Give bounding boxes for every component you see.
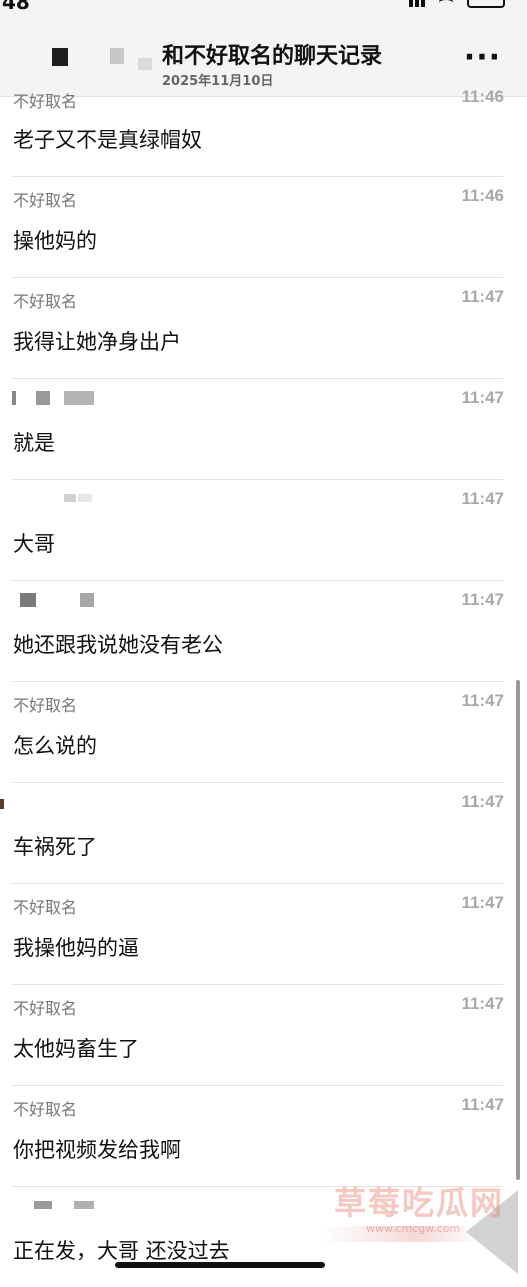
message-text: 正在发，大哥 还没过去 bbox=[13, 1239, 230, 1263]
page-title: 和不好取名的聊天记录 bbox=[162, 44, 383, 69]
message-list: 不好取名 11:46 老子又不是真绿帽奴 不好取名 11:46 操他妈的 不好取… bbox=[0, 87, 527, 1287]
message-time: 11:46 bbox=[461, 186, 504, 205]
redacted-sender bbox=[12, 1199, 112, 1213]
message-text: 我得让她净身出户 bbox=[13, 330, 181, 354]
message-time: 11:47 bbox=[461, 994, 504, 1013]
message-time: 11:47 bbox=[461, 590, 504, 609]
message-sender: 不好取名 bbox=[13, 999, 78, 1018]
message-text: 大哥 bbox=[13, 532, 55, 556]
redacted-sender bbox=[12, 492, 112, 506]
message-time: 11:47 bbox=[461, 1095, 504, 1114]
message-text: 就是 bbox=[13, 431, 55, 455]
message-text: 她还跟我说她没有老公 bbox=[13, 633, 223, 657]
watermark-logo: 草莓吃瓜网 bbox=[334, 1184, 505, 1222]
message-time: 11:47 bbox=[461, 388, 504, 407]
message-sender: 不好取名 bbox=[13, 898, 78, 917]
message-sender: 不好取名 bbox=[13, 191, 78, 210]
message-item: 不好取名 11:47 我得让她净身出户 bbox=[12, 278, 504, 379]
message-sender: 不好取名 bbox=[13, 1100, 78, 1119]
message-text: 操他妈的 bbox=[13, 229, 97, 253]
scrollbar[interactable] bbox=[516, 680, 520, 1180]
message-item: 不好取名 11:47 太他妈畜生了 bbox=[12, 985, 504, 1086]
message-time: 11:47 bbox=[461, 287, 504, 306]
message-text: 车祸死了 bbox=[13, 835, 97, 859]
message-text: 我操他妈的逼 bbox=[13, 936, 139, 960]
message-time: 11:47 bbox=[461, 489, 504, 508]
message-sender: 不好取名 bbox=[13, 92, 78, 111]
more-dots-icon[interactable]: ··· bbox=[464, 43, 501, 73]
message-item: 11:47 车祸死了 bbox=[0, 783, 504, 884]
status-time: 48 bbox=[2, 0, 30, 14]
message-text: 老子又不是真绿帽奴 bbox=[13, 128, 202, 152]
battery-icon bbox=[467, 0, 505, 8]
message-time: 11:47 bbox=[461, 893, 504, 912]
redacted-sender bbox=[12, 391, 112, 405]
status-icons bbox=[409, 0, 505, 8]
message-item: 11:47 就是 bbox=[12, 379, 504, 480]
message-text: 你把视频发给我啊 bbox=[13, 1138, 181, 1162]
message-item: 不好取名 11:46 老子又不是真绿帽奴 bbox=[12, 87, 504, 177]
message-sender: 不好取名 bbox=[13, 292, 78, 311]
message-text: 怎么说的 bbox=[13, 734, 97, 758]
chat-date: 2025年11月10日 bbox=[162, 74, 274, 89]
redacted-sender bbox=[12, 593, 112, 607]
message-item: 11:47 大哥 bbox=[12, 480, 504, 581]
message-item: 不好取名 11:47 你把视频发给我啊 bbox=[12, 1086, 504, 1187]
message-item: 不好取名 11:46 操他妈的 bbox=[12, 177, 504, 278]
message-sender: 不好取名 bbox=[13, 696, 78, 715]
status-bar: 48 bbox=[0, 0, 527, 14]
home-indicator[interactable] bbox=[115, 1262, 325, 1268]
message-time: 11:46 bbox=[461, 87, 504, 106]
redacted-sender bbox=[0, 795, 112, 809]
message-item: 不好取名 11:47 怎么说的 bbox=[12, 682, 504, 783]
message-item: 不好取名 11:47 我操他妈的逼 bbox=[12, 884, 504, 985]
message-time: 11:47 bbox=[461, 792, 504, 811]
watermark-url: www.cmcgw.com bbox=[366, 1222, 461, 1235]
message-text: 太他妈畜生了 bbox=[13, 1037, 139, 1061]
message-item: 11:47 她还跟我说她没有老公 bbox=[12, 581, 504, 682]
message-time: 11:47 bbox=[461, 691, 504, 710]
redacted-avatar bbox=[42, 46, 154, 72]
chat-header: 和不好取名的聊天记录 2025年11月10日 ··· bbox=[0, 14, 527, 97]
signal-icon bbox=[409, 0, 425, 7]
wifi-icon bbox=[439, 0, 453, 8]
